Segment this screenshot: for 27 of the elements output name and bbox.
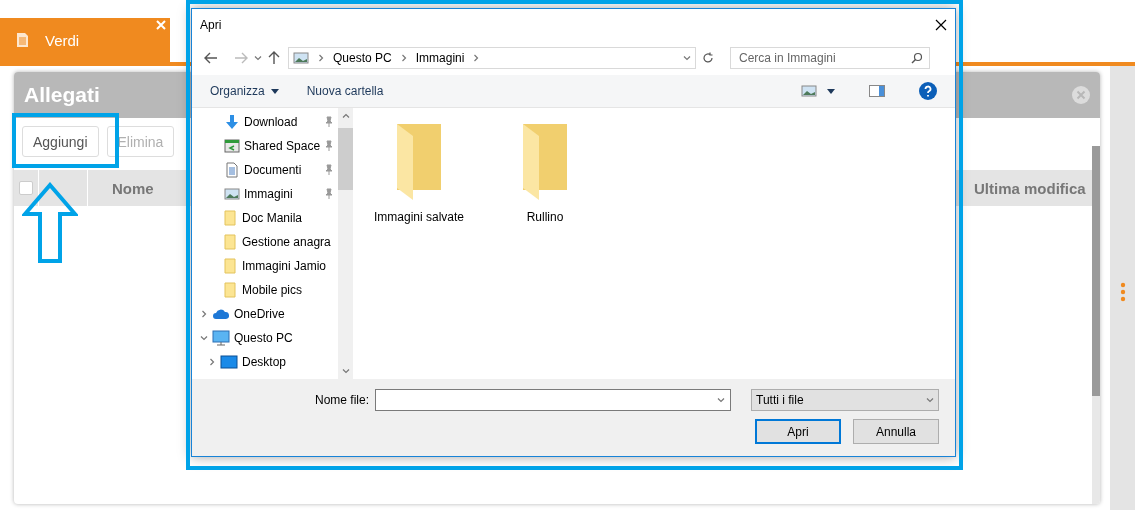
dialog-button[interactable]: Annulla xyxy=(853,419,939,444)
file-name-label: Nome file: xyxy=(314,393,369,407)
nav-item[interactable]: OneDrive xyxy=(192,302,339,326)
folder-item[interactable]: Rullino xyxy=(497,122,593,224)
folder-item[interactable]: Immagini salvate xyxy=(371,122,467,224)
dialog-button[interactable]: Apri xyxy=(755,419,841,444)
nav-item[interactable]: Questo PC xyxy=(192,326,339,350)
nav-item[interactable]: Shared Space xyxy=(192,134,339,158)
breadcrumb-item[interactable]: Immagini xyxy=(415,51,465,65)
nav-item[interactable]: Download xyxy=(192,110,339,134)
file-type-select[interactable]: Tutti i file xyxy=(751,389,939,411)
nav-item[interactable]: Immagini xyxy=(192,182,339,206)
toolbar-button[interactable]: Nuova cartella xyxy=(306,84,384,98)
nav-item[interactable]: Desktop xyxy=(192,350,339,374)
nav-item[interactable]: Documenti xyxy=(192,158,339,182)
nav-item[interactable]: Gestione anagra xyxy=(192,230,339,254)
modal-title: Allegati xyxy=(24,83,100,107)
address-bar[interactable]: Questo PC Immagini xyxy=(288,47,696,69)
toolbar-button[interactable]: Aggiungi xyxy=(22,126,99,157)
breadcrumb-item[interactable]: Questo PC xyxy=(333,51,392,65)
column-header[interactable]: Ultima modifica xyxy=(974,179,1092,197)
toolbar-button[interactable]: Organizza xyxy=(210,84,279,98)
nav-item[interactable]: Immagini Jamio xyxy=(192,254,339,278)
nav-item[interactable]: Doc Manila xyxy=(192,206,339,230)
search-field[interactable]: Cerca in Immagini xyxy=(730,47,930,69)
nav-item[interactable]: Mobile pics xyxy=(192,278,339,302)
dialog-title: Apri xyxy=(200,18,222,32)
